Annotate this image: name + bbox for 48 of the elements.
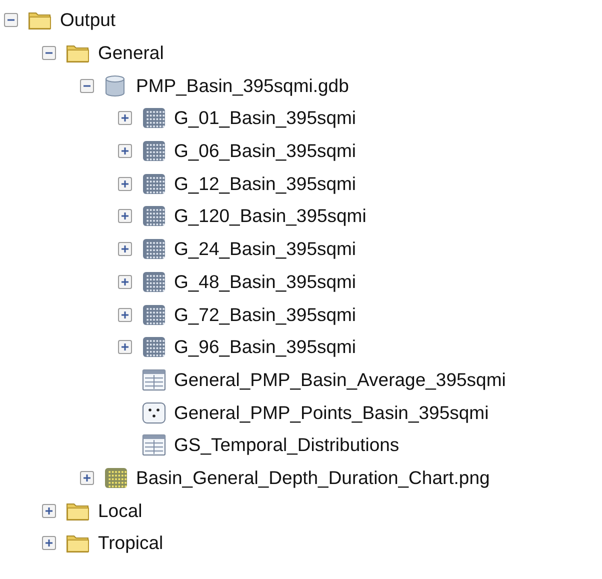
expand-toggle[interactable] <box>118 144 132 158</box>
tree-item-label[interactable]: G_72_Basin_395sqmi <box>172 302 358 327</box>
tree-item-label[interactable]: G_01_Basin_395sqmi <box>172 106 358 130</box>
expand-toggle[interactable] <box>118 242 132 256</box>
table-icon <box>142 368 166 391</box>
point-features-icon <box>142 402 166 424</box>
tree-item-label[interactable]: General_PMP_Points_Basin_395sqmi <box>172 400 491 425</box>
tree-item-label[interactable]: G_120_Basin_395sqmi <box>172 204 368 228</box>
tree-item-label[interactable]: GS_Temporal_Distributions <box>172 433 402 458</box>
expand-toggle[interactable] <box>118 274 132 289</box>
folder-icon <box>66 533 90 554</box>
expand-toggle[interactable] <box>4 13 18 28</box>
raster-grid-icon <box>142 107 166 130</box>
tree-item-label[interactable]: G_48_Basin_395sqmi <box>172 270 358 294</box>
tree-item-label[interactable]: Local <box>96 498 144 523</box>
folder-icon <box>66 500 90 521</box>
expand-toggle[interactable] <box>80 470 94 485</box>
raster-grid-icon <box>142 238 166 260</box>
tree-item-label[interactable]: G_24_Basin_395sqmi <box>172 237 358 262</box>
tree-item-label[interactable]: Output <box>58 8 118 32</box>
tree-item-label[interactable]: G_12_Basin_395sqmi <box>172 172 358 196</box>
tree-item-label[interactable]: Tropical <box>96 531 166 556</box>
raster-grid-icon <box>142 270 166 293</box>
table-icon <box>142 434 166 456</box>
expand-toggle[interactable] <box>118 111 132 126</box>
expand-toggle[interactable] <box>118 308 132 322</box>
raster-grid-icon <box>142 172 166 195</box>
folder-icon <box>66 43 90 64</box>
tree-item-label[interactable]: PMP_Basin_395sqmi.gdb <box>134 74 351 98</box>
raster-grid-icon <box>142 205 166 228</box>
tree-item-label[interactable]: General_PMP_Basin_Average_395sqmi <box>172 368 508 392</box>
image-raster-icon <box>104 466 128 489</box>
expand-toggle[interactable] <box>42 46 56 60</box>
database-icon <box>104 74 126 97</box>
tree-item-label[interactable]: G_06_Basin_395sqmi <box>172 139 358 164</box>
tree-item-label[interactable]: Basin_General_Depth_Duration_Chart.png <box>134 466 492 490</box>
expand-toggle[interactable] <box>80 78 94 93</box>
raster-grid-icon <box>142 304 166 326</box>
expand-toggle[interactable] <box>42 536 56 550</box>
tree-item-label[interactable]: G_96_Basin_395sqmi <box>172 335 358 360</box>
raster-grid-icon <box>142 336 166 358</box>
raster-grid-icon <box>142 140 166 162</box>
expand-toggle[interactable] <box>118 340 132 354</box>
expand-toggle[interactable] <box>42 504 56 518</box>
expand-toggle[interactable] <box>118 176 132 191</box>
folder-icon <box>28 10 52 30</box>
tree-item-label[interactable]: General <box>96 41 166 66</box>
expand-toggle[interactable] <box>118 209 132 224</box>
